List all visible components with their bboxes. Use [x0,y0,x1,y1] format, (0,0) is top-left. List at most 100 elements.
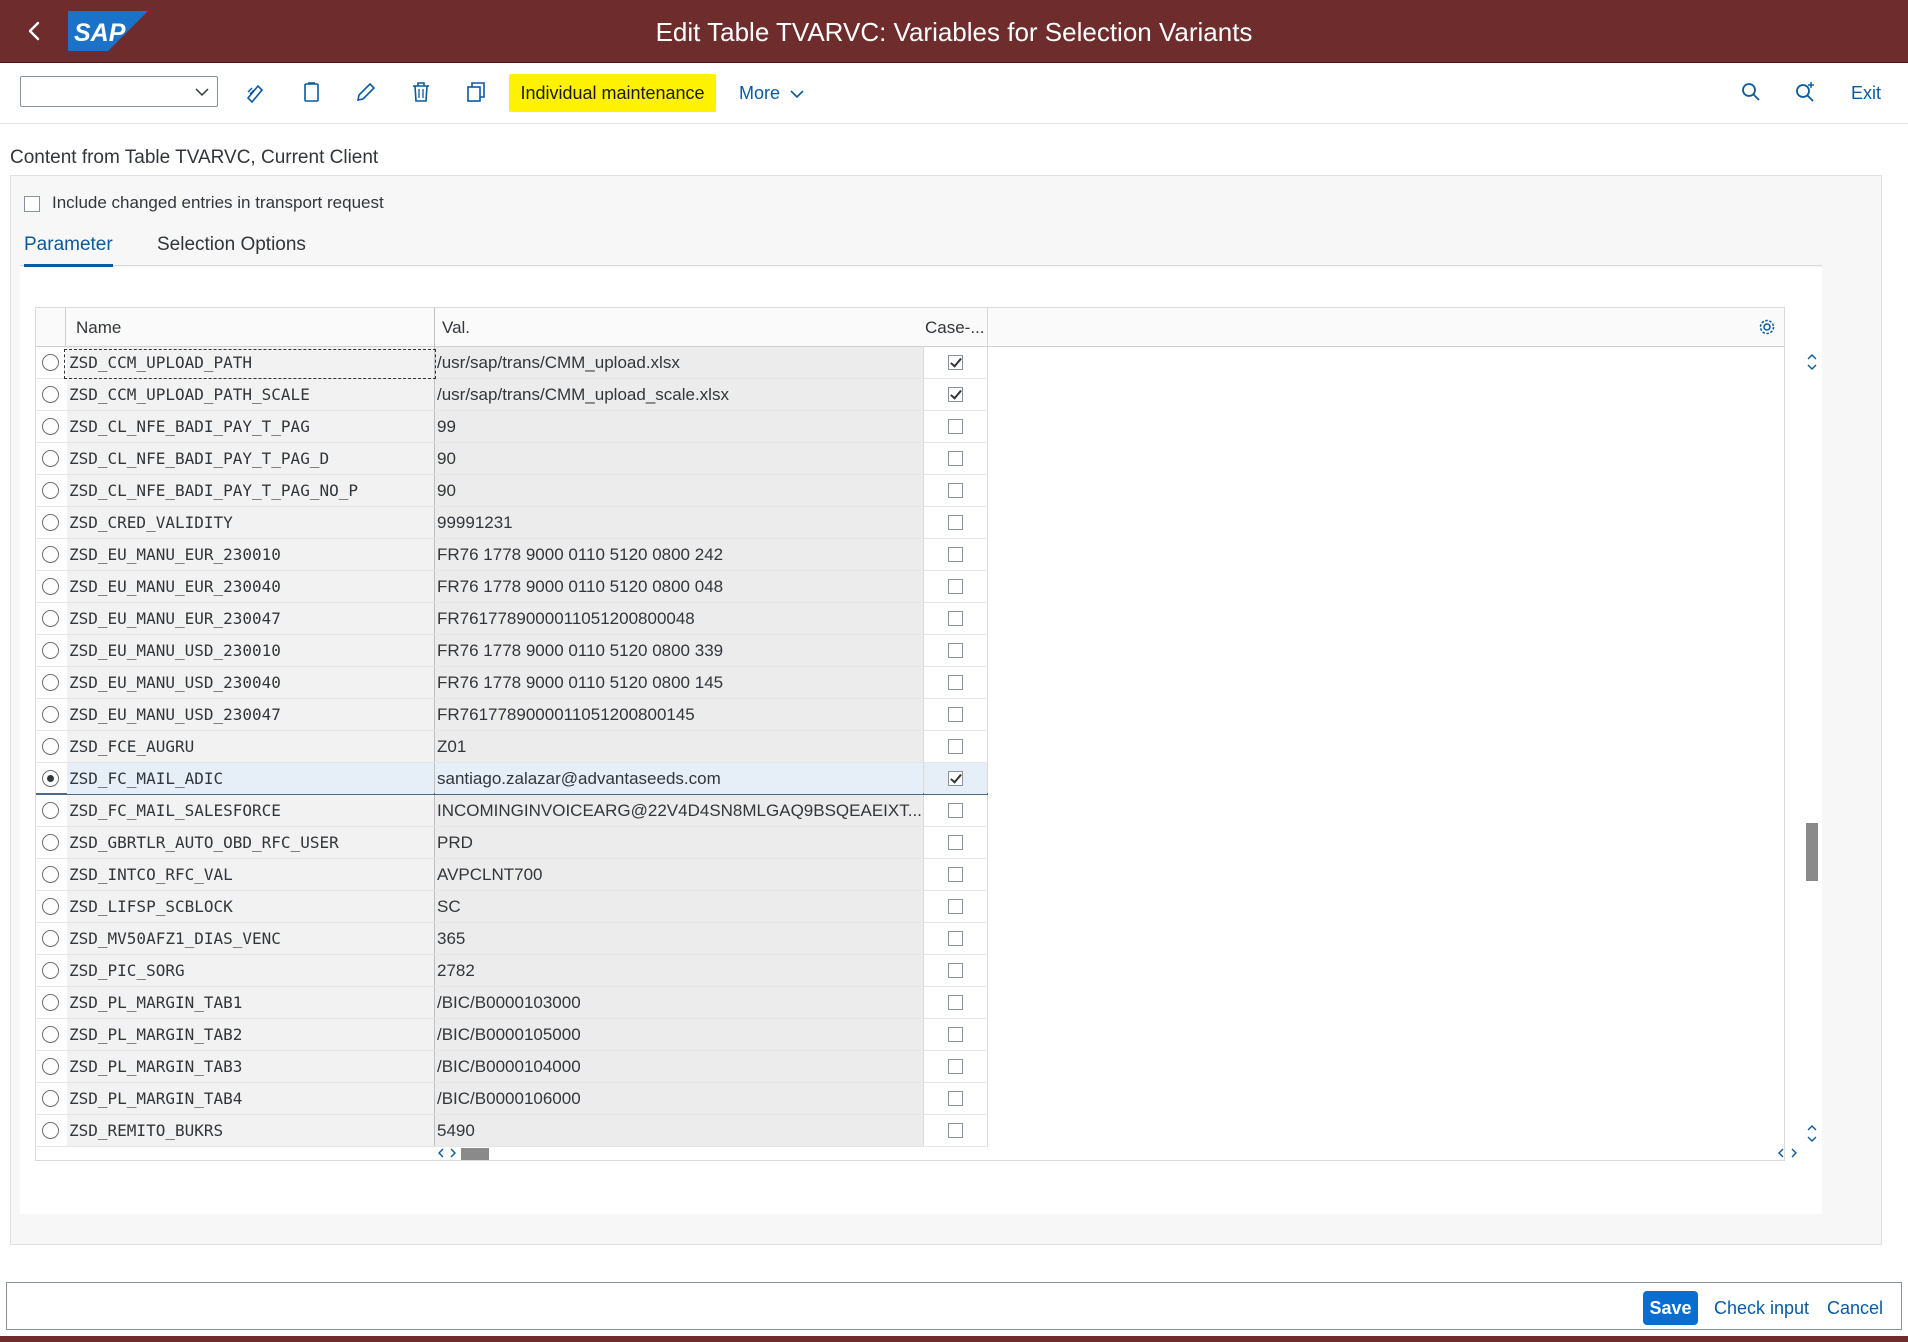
tab-selection-options[interactable]: Selection Options [157,234,306,256]
row-select-radio[interactable] [42,450,59,467]
row-select-radio[interactable] [42,514,59,531]
table-row[interactable]: ZSD_EU_MANU_EUR_230047 FR7617789000011051… [36,603,988,635]
row-select-radio[interactable] [42,770,59,787]
cell-name[interactable]: ZSD_EU_MANU_EUR_230047 [67,603,434,634]
row-select-radio[interactable] [42,1058,59,1075]
scroll-right-icon[interactable] [1788,1147,1800,1159]
gear-icon[interactable] [1758,318,1776,336]
case-sensitive-checkbox[interactable] [948,515,963,530]
change-display-icon[interactable] [243,79,269,105]
table-row[interactable]: ZSD_PL_MARGIN_TAB2/BIC/B0000105000 [36,1019,988,1051]
cell-name[interactable]: ZSD_CL_NFE_BADI_PAY_T_PAG_NO_P [67,475,434,506]
cell-name[interactable]: ZSD_EU_MANU_EUR_230040 [67,571,434,602]
row-select-radio[interactable] [42,1090,59,1107]
save-button[interactable]: Save [1643,1291,1698,1325]
cell-name[interactable]: ZSD_LIFSP_SCBLOCK [67,891,434,922]
column-header-value[interactable]: Val. [442,318,470,338]
table-row[interactable]: ZSD_PL_MARGIN_TAB3/BIC/B0000104000 [36,1051,988,1083]
more-button[interactable]: More [739,74,805,112]
row-select-radio[interactable] [42,578,59,595]
scroll-down-icon[interactable] [1806,361,1818,373]
scroll-right-icon[interactable] [447,1147,459,1159]
case-sensitive-checkbox[interactable] [948,483,963,498]
table-row[interactable]: ZSD_EU_MANU_EUR_230040 FR76 1778 9000 011… [36,571,988,603]
cell-value[interactable]: FR7617789000011051200800145 [435,699,923,730]
cell-name[interactable]: ZSD_EU_MANU_EUR_230010 [67,539,434,570]
cell-name[interactable]: ZSD_PL_MARGIN_TAB3 [67,1051,434,1082]
column-header-name[interactable]: Name [76,318,121,338]
cell-value[interactable]: PRD [435,827,923,858]
cancel-button[interactable]: Cancel [1827,1291,1883,1325]
row-select-radio[interactable] [42,994,59,1011]
case-sensitive-checkbox[interactable] [948,675,963,690]
cell-value[interactable]: /BIC/B0000106000 [435,1083,923,1114]
edit-icon[interactable] [353,79,379,105]
cell-name[interactable]: ZSD_PIC_SORG [67,955,434,986]
row-select-radio[interactable] [42,706,59,723]
case-sensitive-checkbox[interactable] [948,643,963,658]
horizontal-scrollbar[interactable] [435,1146,1805,1160]
cell-name[interactable]: ZSD_CL_NFE_BADI_PAY_T_PAG_D [67,443,434,474]
row-select-radio[interactable] [42,418,59,435]
case-sensitive-checkbox[interactable] [948,579,963,594]
tab-parameter[interactable]: Parameter [24,234,113,267]
row-select-radio[interactable] [42,898,59,915]
row-select-radio[interactable] [42,1026,59,1043]
case-sensitive-checkbox[interactable] [948,707,963,722]
case-sensitive-checkbox[interactable] [948,931,963,946]
copy-icon[interactable] [299,79,325,105]
case-sensitive-checkbox[interactable] [948,995,963,1010]
cell-name[interactable]: ZSD_MV50AFZ1_DIAS_VENC [67,923,434,954]
cell-value[interactable]: 90 [435,475,923,506]
cell-value[interactable]: FR76 1778 9000 0110 5120 0800 048 [435,571,923,602]
scroll-down-icon[interactable] [1806,1133,1818,1145]
cell-value[interactable]: /BIC/B0000103000 [435,987,923,1018]
case-sensitive-checkbox[interactable] [948,451,963,466]
cell-name[interactable]: ZSD_EU_MANU_USD_230010 [67,635,434,666]
row-select-radio[interactable] [42,642,59,659]
cell-value[interactable]: FR7617789000011051200800048 [435,603,923,634]
cell-name[interactable]: ZSD_REMITO_BUKRS [67,1115,434,1146]
case-sensitive-checkbox[interactable] [948,387,963,402]
row-select-radio[interactable] [42,610,59,627]
case-sensitive-checkbox[interactable] [948,1091,963,1106]
table-row[interactable]: ZSD_FC_MAIL_SALESFORCE INCOMINGINVOICEARG… [36,795,988,827]
case-sensitive-checkbox[interactable] [948,867,963,882]
cell-value[interactable]: 2782 [435,955,923,986]
cell-value[interactable]: 99 [435,411,923,442]
case-sensitive-checkbox[interactable] [948,611,963,626]
cell-value[interactable]: SC [435,891,923,922]
cell-value[interactable]: /BIC/B0000104000 [435,1051,923,1082]
table-row[interactable]: ZSD_CCM_UPLOAD_PATH/usr/sap/trans/CMM_up… [36,347,988,379]
cell-name[interactable]: ZSD_GBRTLR_AUTO_OBD_RFC_USER [67,827,434,858]
row-select-radio[interactable] [42,386,59,403]
check-input-button[interactable]: Check input [1714,1291,1809,1325]
cell-value[interactable]: FR76 1778 9000 0110 5120 0800 145 [435,667,923,698]
duplicate-icon[interactable] [463,79,489,105]
variant-select[interactable] [20,76,218,107]
table-row[interactable]: ZSD_EU_MANU_EUR_230010 FR76 1778 9000 011… [36,539,988,571]
table-row[interactable]: ZSD_LIFSP_SCBLOCK SC [36,891,988,923]
cell-value[interactable]: 5490 [435,1115,923,1146]
case-sensitive-checkbox[interactable] [948,835,963,850]
cell-name[interactable]: ZSD_PL_MARGIN_TAB1 [67,987,434,1018]
row-select-radio[interactable] [42,354,59,371]
case-sensitive-checkbox[interactable] [948,771,963,786]
vertical-scroll-thumb[interactable] [1806,823,1818,881]
cell-value[interactable]: FR76 1778 9000 0110 5120 0800 242 [435,539,923,570]
table-row[interactable]: ZSD_FC_MAIL_ADIC santiago.zalazar@advanta… [36,763,988,795]
cell-value[interactable]: /usr/sap/trans/CMM_upload.xlsx [435,347,923,378]
scroll-left-icon[interactable] [1775,1147,1787,1159]
row-select-radio[interactable] [42,482,59,499]
cell-name[interactable]: ZSD_EU_MANU_USD_230047 [67,699,434,730]
table-row[interactable]: ZSD_EU_MANU_USD_230040 FR76 1778 9000 011… [36,667,988,699]
table-row[interactable]: ZSD_MV50AFZ1_DIAS_VENC 365 [36,923,988,955]
table-row[interactable]: ZSD_CRED_VALIDITY 99991231 [36,507,988,539]
row-select-radio[interactable] [42,834,59,851]
table-row[interactable]: ZSD_REMITO_BUKRS 5490 [36,1115,988,1147]
cell-value[interactable]: FR76 1778 9000 0110 5120 0800 339 [435,635,923,666]
table-row[interactable]: ZSD_FCE_AUGRU Z01 [36,731,988,763]
cell-value[interactable]: Z01 [435,731,923,762]
table-row[interactable]: ZSD_CCM_UPLOAD_PATH_SCALE/usr/sap/trans/… [36,379,988,411]
table-row[interactable]: ZSD_CL_NFE_BADI_PAY_T_PAG_D 90 [36,443,988,475]
